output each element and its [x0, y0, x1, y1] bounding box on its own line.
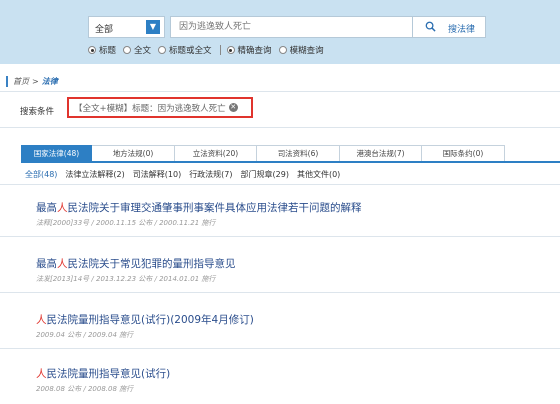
divider — [0, 236, 560, 237]
search-header: 全部 ▼ 搜法律 标题 全文 标题或全文 精确查询 模糊查询 — [0, 0, 560, 64]
result-title[interactable]: 人民法院量刑指导意见(试行) — [36, 366, 170, 381]
category-tabs: 国家法律(48) 地方法规(0) 立法资料(20) 司法资料(6) 港澳台法规(… — [21, 145, 505, 162]
option-title-or-fulltext[interactable]: 标题或全文 — [158, 44, 212, 56]
option-title[interactable]: 标题 — [88, 44, 116, 56]
radio-icon[interactable] — [278, 46, 287, 54]
divider — [0, 91, 560, 92]
breadcrumb-marker — [6, 76, 8, 87]
search-options: 标题 全文 标题或全文 精确查询 模糊查询 — [88, 44, 331, 56]
tab-hk-macau-taiwan[interactable]: 港澳台法规(7) — [340, 145, 422, 162]
search-input[interactable] — [171, 17, 412, 37]
scope-value: 全部 — [95, 25, 114, 35]
radio-icon[interactable] — [158, 46, 167, 54]
tab-legislative-materials[interactable]: 立法资料(20) — [175, 145, 257, 162]
result-title[interactable]: 人民法院量刑指导意见(试行)(2009年4月修订) — [36, 312, 254, 327]
subtab-administrative-regulations[interactable]: 行政法规(7) — [189, 169, 232, 180]
result-item: 最高人民法院关于常见犯罪的量刑指导意见 法发[2013]14号 / 2013.1… — [36, 256, 236, 284]
search-icon — [425, 21, 436, 32]
tab-judicial-materials[interactable]: 司法资料(6) — [257, 145, 340, 162]
divider — [0, 348, 560, 349]
divider — [0, 292, 560, 293]
subtab-legislative-interpretation[interactable]: 法律立法解释(2) — [65, 169, 124, 180]
breadcrumb: 首页 > 法律 — [6, 76, 58, 87]
tab-international-treaties[interactable]: 国际条约(0) — [422, 145, 505, 162]
divider — [0, 184, 560, 185]
option-exact[interactable]: 精确查询 — [226, 44, 272, 56]
result-title[interactable]: 最高人民法院关于常见犯罪的量刑指导意见 — [36, 256, 236, 271]
search-box[interactable] — [170, 16, 413, 38]
option-divider — [219, 45, 221, 55]
search-button-label: 搜法律 — [448, 25, 476, 35]
subtab-other-documents[interactable]: 其他文件(0) — [297, 169, 340, 180]
tab-national-law[interactable]: 国家法律(48) — [21, 145, 92, 162]
result-item: 最高人民法院关于审理交通肇事刑事案件具体应用法律若干问题的解释 法释[2000]… — [36, 200, 362, 228]
breadcrumb-current[interactable]: 法律 — [42, 76, 58, 87]
radio-icon[interactable] — [123, 46, 132, 54]
result-item: 人民法院量刑指导意见(试行) 2008.08 公布 / 2008.08 施行 — [36, 366, 170, 394]
radio-checked-icon[interactable] — [226, 46, 235, 54]
result-meta: 法发[2013]14号 / 2013.12.23 公布 / 2014.01.01… — [36, 275, 216, 283]
condition-text: 【全文+模糊】标题：因为逃逸致人死亡 — [74, 103, 226, 114]
conditions-label: 搜索条件 — [20, 107, 55, 117]
condition-tag: 【全文+模糊】标题：因为逃逸致人死亡 ✕ — [67, 97, 253, 118]
result-meta: 2009.04 公布 / 2009.04 施行 — [36, 331, 134, 339]
option-fuzzy[interactable]: 模糊查询 — [278, 44, 324, 56]
subtab-department-rules[interactable]: 部门规章(29) — [241, 169, 289, 180]
tab-underline — [21, 161, 560, 163]
subcategory-filter: 全部(48) 法律立法解释(2) 司法解释(10) 行政法规(7) 部门规章(2… — [25, 169, 348, 180]
scope-select[interactable]: 全部 ▼ — [88, 16, 165, 38]
subtab-judicial-interpretation[interactable]: 司法解释(10) — [133, 169, 181, 180]
result-meta: 法释[2000]33号 / 2000.11.15 公布 / 2000.11.21… — [36, 219, 216, 227]
result-title[interactable]: 最高人民法院关于审理交通肇事刑事案件具体应用法律若干问题的解释 — [36, 200, 362, 215]
result-meta: 2008.08 公布 / 2008.08 施行 — [36, 385, 134, 393]
divider — [0, 127, 560, 128]
close-circle-icon[interactable]: ✕ — [228, 103, 238, 112]
tab-local-regulations[interactable]: 地方法规(0) — [92, 145, 175, 162]
option-fulltext[interactable]: 全文 — [123, 44, 151, 56]
result-item: 人民法院量刑指导意见(试行)(2009年4月修订) 2009.04 公布 / 2… — [36, 312, 254, 340]
chevron-down-icon[interactable]: ▼ — [146, 20, 160, 34]
search-button[interactable]: 搜法律 — [413, 16, 486, 38]
radio-checked-icon[interactable] — [88, 46, 96, 54]
breadcrumb-separator: > — [32, 77, 39, 86]
subtab-all[interactable]: 全部(48) — [25, 169, 57, 180]
breadcrumb-home[interactable]: 首页 — [13, 76, 29, 87]
